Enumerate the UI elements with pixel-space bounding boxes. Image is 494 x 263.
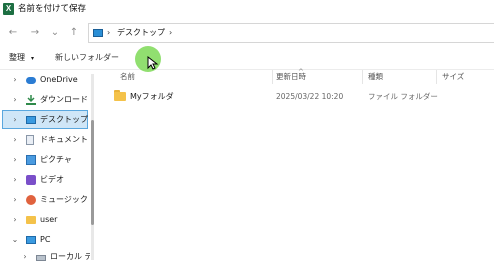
column-divider[interactable] [436, 70, 437, 84]
folder-icon [114, 92, 126, 101]
organize-button[interactable]: 整理 [9, 52, 25, 64]
desktop-location-icon [93, 29, 103, 37]
sidebar-item-label: ピクチャ [40, 155, 72, 164]
breadcrumb-separator[interactable]: › [169, 27, 172, 39]
chevron-right-icon[interactable]: › [11, 134, 19, 146]
address-bar[interactable]: › デスクトップ › [88, 23, 494, 43]
sidebar-item-label: ダウンロード [40, 95, 88, 104]
sidebar-scrollbar-thumb[interactable] [91, 120, 94, 225]
column-header-name[interactable]: 名前 [120, 71, 135, 83]
sidebar-item-onedrive[interactable]: › OneDrive [0, 71, 90, 89]
chevron-right-icon[interactable]: › [11, 154, 19, 166]
sidebar-item-desktop[interactable]: › デスクトップ [0, 111, 90, 129]
disk-icon [36, 255, 46, 261]
cloud-icon [26, 77, 36, 84]
user-folder-icon [26, 216, 36, 224]
file-type: ファイル フォルダー [368, 92, 438, 101]
file-list-row[interactable]: Myフォルダ 2025/03/22 10:20 ファイル フォルダー [108, 88, 494, 106]
command-toolbar: 整理 ▾ 新しいフォルダー [0, 48, 494, 70]
sidebar-item-label: ローカル ディスク [50, 252, 90, 261]
pc-icon [26, 236, 36, 244]
sidebar-item-local-disk[interactable]: › ローカル ディスク [10, 251, 90, 263]
sidebar-item-downloads[interactable]: › ダウンロード [0, 91, 90, 109]
title-bar: X 名前を付けて保存 [0, 0, 494, 18]
sidebar-item-videos[interactable]: › ビデオ [0, 171, 90, 189]
music-icon [26, 195, 36, 205]
sidebar-item-documents[interactable]: › ドキュメント [0, 131, 90, 149]
column-header-modified[interactable]: 更新日時 [276, 71, 306, 83]
breadcrumb-separator: › [107, 28, 111, 37]
pictures-icon [26, 155, 36, 165]
column-divider[interactable] [362, 70, 363, 84]
sidebar-item-label: ミュージック [40, 195, 88, 204]
chevron-right-icon[interactable]: › [11, 94, 19, 106]
sidebar-item-label: ドキュメント [40, 135, 88, 144]
column-header-type[interactable]: 種類 [368, 71, 383, 83]
back-arrow-icon[interactable]: ← [7, 27, 19, 39]
forward-arrow-icon[interactable]: → [29, 27, 41, 39]
chevron-right-icon[interactable]: › [21, 251, 29, 263]
sidebar-item-pictures[interactable]: › ピクチャ [0, 151, 90, 169]
chevron-down-icon[interactable]: ▾ [31, 53, 34, 65]
sidebar-item-label: OneDrive [40, 75, 78, 84]
column-header-size[interactable]: サイズ [442, 71, 464, 83]
document-icon [26, 135, 34, 145]
recent-locations-chevron-icon[interactable]: ⌄ [49, 27, 61, 39]
download-icon [26, 95, 36, 105]
up-arrow-icon[interactable]: ↑ [68, 27, 80, 39]
chevron-right-icon[interactable]: › [11, 214, 19, 226]
column-divider[interactable] [272, 70, 273, 84]
sidebar-item-label: ビデオ [40, 175, 64, 184]
new-folder-button[interactable]: 新しいフォルダー [55, 52, 119, 64]
sidebar-item-label: PC [40, 235, 51, 244]
chevron-right-icon[interactable]: › [11, 194, 19, 206]
chevron-right-icon[interactable]: › [11, 74, 19, 86]
window-title: 名前を付けて保存 [18, 4, 87, 14]
chevron-right-icon[interactable]: › [11, 114, 19, 126]
desktop-icon [26, 116, 36, 124]
file-modified-date: 2025/03/22 10:20 [276, 92, 344, 101]
mouse-pointer-icon [147, 56, 159, 70]
file-list-header: 名前 ^ 更新日時 種類 サイズ [108, 68, 494, 84]
sidebar-item-music[interactable]: › ミュージック [0, 191, 90, 209]
sidebar-item-pc[interactable]: ⌄ PC [0, 231, 90, 249]
chevron-right-icon[interactable]: › [11, 174, 19, 186]
chevron-down-icon[interactable]: ⌄ [11, 234, 19, 246]
breadcrumb-desktop[interactable]: デスクトップ [117, 27, 165, 39]
file-name[interactable]: Myフォルダ [130, 91, 174, 103]
video-icon [26, 175, 36, 185]
excel-app-icon: X [3, 3, 14, 15]
sidebar-item-user[interactable]: › user [0, 211, 90, 229]
sidebar-item-label: デスクトップ [40, 115, 88, 124]
sidebar-item-label: user [40, 215, 58, 224]
